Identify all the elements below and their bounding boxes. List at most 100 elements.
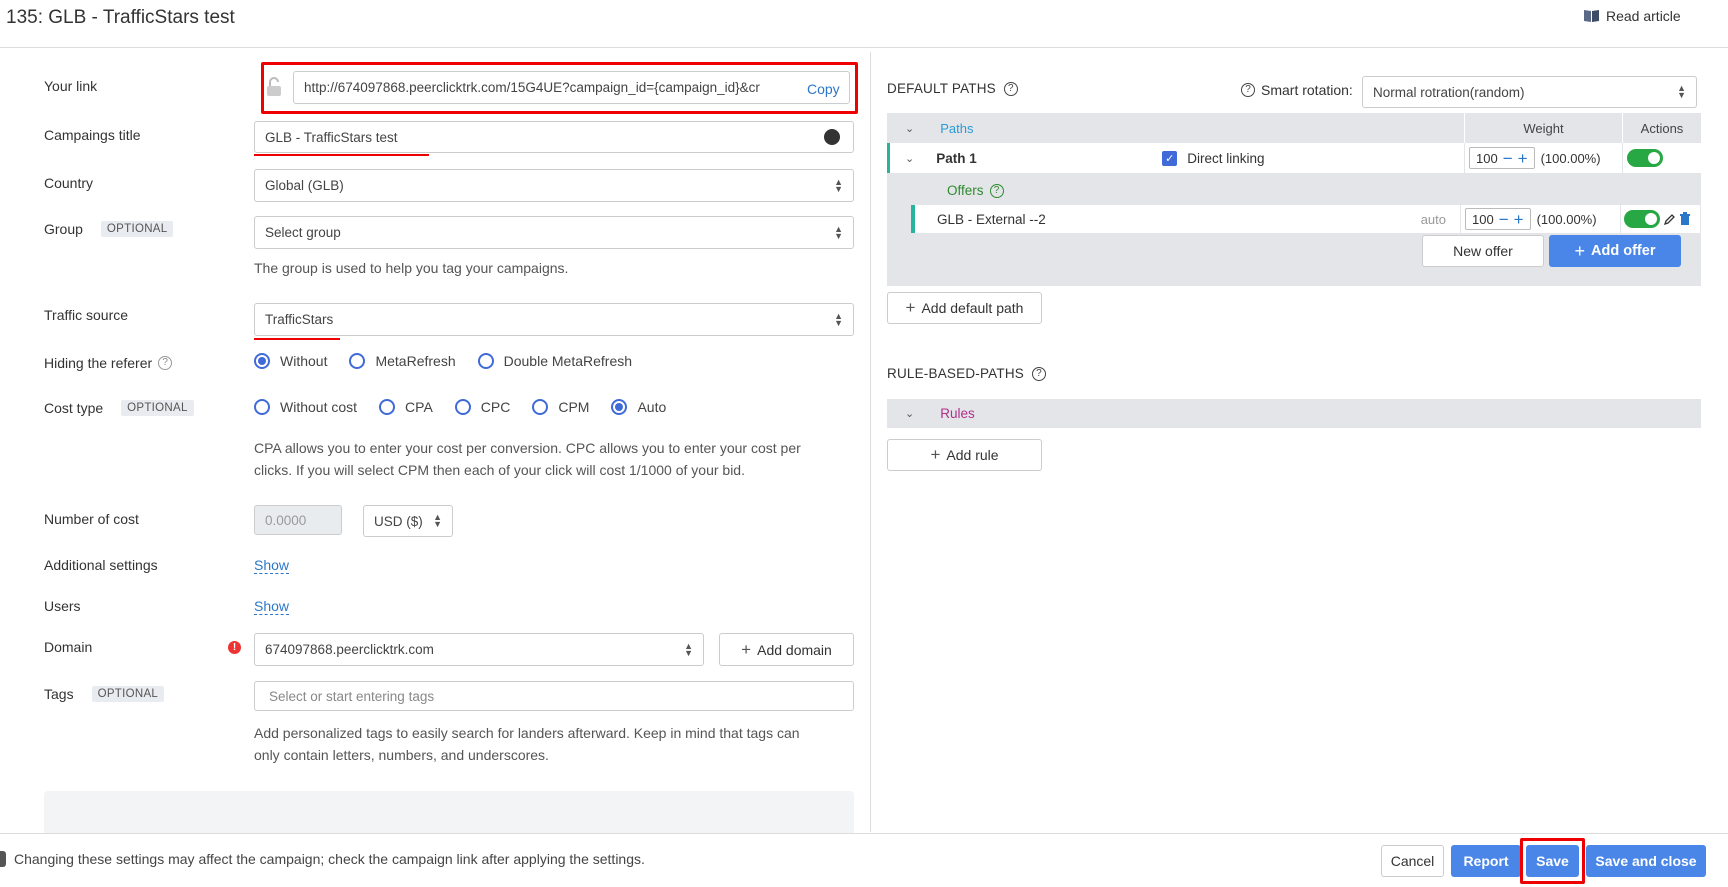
add-default-path-button[interactable]: + Add default path xyxy=(887,292,1042,324)
read-article-link[interactable]: Read article xyxy=(1583,8,1681,24)
help-icon[interactable]: ? xyxy=(1003,81,1018,96)
add-offer-button[interactable]: + Add offer xyxy=(1549,235,1681,267)
report-label: Report xyxy=(1463,853,1509,869)
chevron-updown-icon: ▲ ▼ xyxy=(433,512,442,529)
report-button[interactable]: Report xyxy=(1451,845,1521,877)
radio-dot xyxy=(254,353,270,369)
path-weight-stepper[interactable]: 100 − + xyxy=(1469,147,1535,169)
offer-actions-cell xyxy=(1621,205,1700,233)
page-title: 135: GLB - TrafficStars test xyxy=(6,7,235,28)
radio-cpc[interactable]: CPC xyxy=(454,399,510,415)
radio-dot xyxy=(379,399,396,415)
weight-column-header: Weight xyxy=(1465,113,1623,143)
domain-value: 674097868.peerclicktrk.com xyxy=(265,642,434,657)
offer-row[interactable]: GLB - External --2 auto 100 − + (100.00%… xyxy=(911,205,1700,233)
smart-rotation-label: ? Smart rotation: xyxy=(1241,82,1353,98)
offer-name-cell: GLB - External --2 auto xyxy=(915,205,1461,233)
cost-amount-placeholder: 0.0000 xyxy=(265,512,307,528)
offer-weight-cell: 100 − + (100.00%) xyxy=(1461,205,1621,233)
save-button[interactable]: Save xyxy=(1526,845,1579,877)
traffic-source-value: TrafficStars xyxy=(265,312,334,327)
tags-placeholder: Select or start entering tags xyxy=(269,688,435,704)
path-weight-percent: (100.00%) xyxy=(1540,150,1601,166)
cost-type-label: Cost type OPTIONAL xyxy=(44,400,194,416)
copy-link-button[interactable]: Copy xyxy=(807,81,840,97)
help-icon[interactable]: ? xyxy=(1241,83,1255,97)
save-and-close-button[interactable]: Save and close xyxy=(1586,845,1706,877)
country-label: Country xyxy=(44,175,94,191)
unlock-icon xyxy=(267,77,281,96)
tags-help-line2: only contain letters, numbers, and under… xyxy=(254,747,549,763)
path-enabled-toggle[interactable] xyxy=(1627,149,1663,167)
help-icon[interactable]: ? xyxy=(1031,366,1046,381)
hiding-referer-label: Hiding the referer ? xyxy=(44,355,173,371)
plus-icon: + xyxy=(741,639,752,659)
pencil-icon[interactable] xyxy=(1663,213,1676,226)
radio-dot xyxy=(477,353,494,369)
radio-double-metarefresh[interactable]: Double MetaRefresh xyxy=(477,353,632,369)
path-row[interactable]: ⌄ Path 1 ✓ Direct linking 100 − + (100.0… xyxy=(887,143,1701,173)
traffic-source-label: Traffic source xyxy=(44,307,129,323)
help-icon[interactable]: ? xyxy=(989,183,1004,198)
color-picker-dot[interactable] xyxy=(824,129,840,145)
chevron-down-icon[interactable]: ⌄ xyxy=(905,152,914,165)
traffic-source-select[interactable]: TrafficStars ▲ ▼ xyxy=(254,303,854,336)
group-help-text: The group is used to help you tag your c… xyxy=(254,260,569,276)
tags-input[interactable]: Select or start entering tags xyxy=(254,681,854,711)
minus-icon[interactable]: − xyxy=(1503,150,1513,167)
offer-enabled-toggle[interactable] xyxy=(1624,210,1660,228)
rule-based-paths-title: RULE-BASED-PATHS ? xyxy=(887,366,1046,381)
additional-settings-show[interactable]: Show xyxy=(254,557,290,574)
chevron-down-icon[interactable]: ⌄ xyxy=(905,122,914,135)
chevron-down-icon[interactable]: ⌄ xyxy=(905,407,914,420)
direct-linking-checkbox[interactable]: ✓ xyxy=(1162,150,1178,166)
rules-table-header: ⌄ Rules xyxy=(887,399,1701,428)
number-of-cost-label: Number of cost xyxy=(44,511,139,527)
save-and-close-label: Save and close xyxy=(1595,853,1697,869)
cost-amount-input[interactable]: 0.0000 xyxy=(254,505,342,535)
radio-dot xyxy=(532,399,549,415)
add-rule-button[interactable]: + Add rule xyxy=(887,439,1042,471)
minus-icon[interactable]: − xyxy=(1499,211,1509,228)
group-select[interactable]: Select group ▲ ▼ xyxy=(254,216,854,249)
additional-settings-label: Additional settings xyxy=(44,557,158,573)
radio-metarefresh[interactable]: MetaRefresh xyxy=(349,353,456,369)
campaign-title-input[interactable]: GLB - TrafficStars test xyxy=(254,121,854,153)
collapsed-panel xyxy=(44,791,854,833)
offer-mode: auto xyxy=(1420,211,1446,227)
cancel-button[interactable]: Cancel xyxy=(1381,845,1444,877)
smart-rotation-select[interactable]: Normal rotration(random) ▲ ▼ xyxy=(1362,76,1697,108)
radio-without-cost[interactable]: Without cost xyxy=(254,399,357,415)
country-select[interactable]: Global (GLB) ▲ ▼ xyxy=(254,169,854,202)
plus-icon[interactable]: + xyxy=(1518,150,1528,167)
chevron-updown-icon: ▲ ▼ xyxy=(834,310,843,328)
radio-dot xyxy=(454,399,471,415)
cost-type-help-line1: CPA allows you to enter your cost per co… xyxy=(254,440,801,456)
add-domain-button[interactable]: + Add domain xyxy=(719,633,854,666)
campaign-link-field[interactable]: http://674097868.peerclicktrk.com/15G4UE… xyxy=(293,71,850,104)
your-link-label: Your link xyxy=(44,78,98,94)
radio-cpa[interactable]: CPA xyxy=(379,399,433,415)
new-offer-button[interactable]: New offer xyxy=(1422,235,1544,267)
paths-table-header: ⌄ Paths Weight Actions xyxy=(887,113,1701,143)
read-article-label: Read article xyxy=(1606,8,1681,24)
offer-weight-stepper[interactable]: 100 − + xyxy=(1465,208,1531,230)
radio-auto[interactable]: Auto xyxy=(611,399,666,415)
cost-type-radios: Without cost CPA CPC CPM Auto xyxy=(254,399,688,415)
direct-linking-label: Direct linking xyxy=(1187,150,1265,166)
radio-dot xyxy=(611,399,628,415)
trash-icon[interactable] xyxy=(1679,212,1691,226)
plus-icon: + xyxy=(930,445,941,464)
plus-icon[interactable]: + xyxy=(1514,211,1524,228)
radio-cpm[interactable]: CPM xyxy=(532,399,589,415)
default-paths-title: DEFAULT PATHS ? xyxy=(887,81,1018,96)
country-value: Global (GLB) xyxy=(265,178,344,193)
radio-without[interactable]: Without xyxy=(254,353,327,369)
campaign-link-value: http://674097868.peerclicktrk.com/15G4UE… xyxy=(304,80,760,95)
domain-select[interactable]: 674097868.peerclicktrk.com ▲ ▼ xyxy=(254,633,704,666)
chevron-updown-icon: ▲ ▼ xyxy=(834,223,843,241)
add-offer-label: Add offer xyxy=(1591,243,1656,259)
help-icon[interactable]: ? xyxy=(158,356,173,370)
currency-select[interactable]: USD ($) ▲ ▼ xyxy=(363,505,453,537)
users-show[interactable]: Show xyxy=(254,598,290,615)
